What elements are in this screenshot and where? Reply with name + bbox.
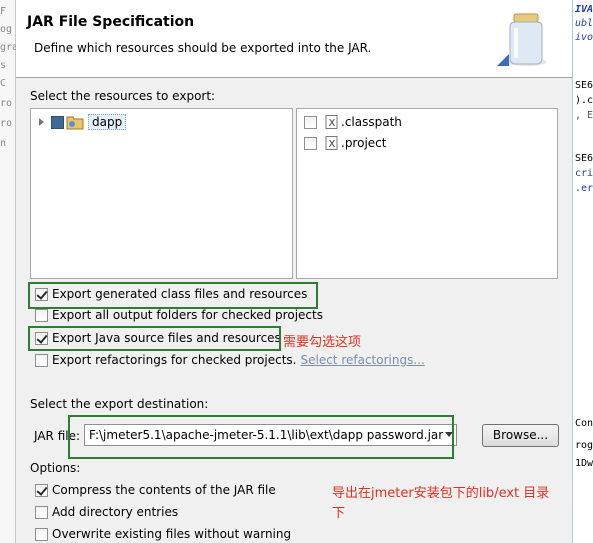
browse-button[interactable]: Browse... [482, 424, 559, 447]
jar-icon [497, 13, 547, 66]
resources-label: Select the resources to export: [30, 89, 216, 103]
export-refactorings-option[interactable]: Export refactorings for checked projects… [35, 352, 425, 368]
bg-text: ro [0, 118, 13, 129]
dialog-banner: JAR File Specification Define which reso… [16, 0, 572, 78]
bg-text: ubl [575, 18, 593, 29]
file-name: .classpath [341, 115, 402, 129]
bg-text: ).c [575, 95, 593, 106]
bg-text: rog [575, 440, 593, 451]
highlight-box [68, 415, 454, 459]
file-checkbox[interactable] [304, 136, 317, 150]
file-item-classpath[interactable]: X .classpath [304, 114, 402, 130]
bg-text: ivo [575, 32, 593, 43]
expand-arrow-icon[interactable] [39, 118, 44, 126]
compress-option[interactable]: Compress the contents of the JAR file [35, 482, 276, 498]
xml-file-icon: X [325, 115, 338, 129]
options-label: Options: [30, 461, 81, 475]
xml-file-icon: X [325, 136, 338, 150]
bg-text: SE6 [575, 153, 593, 164]
highlight-box [28, 282, 318, 309]
annotation-note: 下 [332, 506, 346, 521]
project-checkbox[interactable] [51, 115, 64, 129]
highlight-box [28, 326, 281, 351]
overwrite-option[interactable]: Overwrite existing files without warning [35, 526, 291, 542]
overwrite-label: Overwrite existing files without warning [52, 527, 292, 541]
bg-text: Con [575, 418, 593, 429]
export-output-folders-option[interactable]: Export all output folders for checked pr… [35, 307, 323, 323]
bg-text: cri [575, 168, 593, 179]
bg-text: og [0, 24, 13, 35]
file-checkbox[interactable] [304, 115, 317, 129]
overwrite-checkbox[interactable] [35, 527, 48, 541]
annotation-note: 需要勾选这项 [283, 335, 362, 350]
select-refactorings-link[interactable]: Select refactorings... [300, 353, 424, 367]
bg-text: , E [575, 110, 593, 121]
dialog-title: JAR File Specification [27, 14, 195, 30]
file-list[interactable]: X .classpath X .project [296, 108, 558, 279]
svg-text:X: X [329, 139, 336, 150]
export-output-folders-checkbox[interactable] [35, 308, 48, 322]
svg-text:X: X [329, 118, 336, 129]
bg-text: F [0, 6, 7, 17]
bg-text: s [0, 60, 7, 71]
export-refactorings-checkbox[interactable] [35, 353, 48, 367]
project-tree[interactable]: dapp [30, 108, 293, 279]
bg-text: C [0, 78, 7, 89]
export-refactorings-label: Export refactorings for checked projects… [52, 353, 297, 367]
add-directory-checkbox[interactable] [35, 505, 48, 519]
bg-text: ro [0, 98, 13, 109]
bg-text: .er [575, 183, 593, 194]
jar-export-dialog: JAR File Specification Define which reso… [16, 0, 572, 543]
dialog-description: Define which resources should be exporte… [34, 41, 372, 55]
project-name: dapp [88, 114, 127, 130]
file-name: .project [341, 136, 387, 150]
bg-text: n [0, 138, 7, 149]
bg-text: 1Dw [575, 458, 593, 469]
add-directory-option[interactable]: Add directory entries [35, 504, 178, 520]
compress-label: Compress the contents of the JAR file [52, 483, 276, 497]
bg-text: SE6 [575, 80, 593, 91]
export-output-folders-label: Export all output folders for checked pr… [52, 308, 323, 322]
compress-checkbox[interactable] [35, 483, 48, 497]
background-window-right: IVA ubl ivo SE6 ).c , E SE6 cri .er Con … [572, 0, 593, 543]
destination-label: Select the export destination: [30, 397, 209, 411]
background-window-left: F og gra s C ro ro n [0, 0, 18, 543]
bg-text: IVA [575, 4, 593, 15]
annotation-note: 导出在jmeter安装包下的lib/ext 目录 [332, 486, 550, 501]
add-directory-label: Add directory entries [52, 505, 179, 519]
project-folder-icon [66, 116, 84, 130]
tree-item-dapp[interactable]: dapp [39, 114, 127, 130]
file-item-project[interactable]: X .project [304, 135, 386, 151]
